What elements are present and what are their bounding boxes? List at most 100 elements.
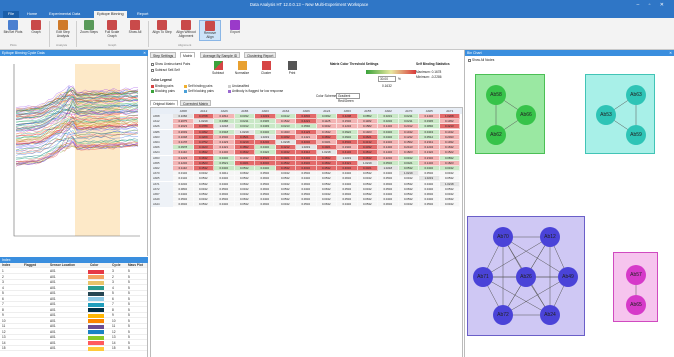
bin-set-plots-button[interactable]: Bin/Set Plots	[2, 20, 24, 35]
legend-item: Blocking pairs	[151, 89, 175, 93]
color-scheme-label: Color Scheme:	[316, 94, 338, 98]
table-row[interactable]: 15 A01 15 5	[0, 346, 147, 352]
antibody-node[interactable]: Ab26	[516, 267, 536, 287]
graph-button[interactable]: Graph	[25, 20, 47, 35]
full-scale-graph-button[interactable]: Full Scale Graph	[101, 20, 123, 39]
group-label-graph: Graph	[108, 43, 117, 47]
antibody-node[interactable]: Ab71	[473, 267, 493, 287]
antibody-node[interactable]: Ab62	[486, 125, 506, 145]
antibody-node[interactable]: Ab49	[558, 267, 578, 287]
tab-matrix[interactable]: Matrix	[180, 52, 196, 58]
matrix-cell[interactable]: 0.0532	[357, 202, 378, 208]
tab-clustering-report[interactable]: Clustering Report	[244, 52, 277, 58]
color-swatch	[88, 275, 104, 280]
matrix-cell[interactable]: 0.0632	[316, 202, 337, 208]
threshold-input[interactable]: 30.00	[378, 76, 396, 82]
bin-cluster[interactable]: Ab70 Ab12 Ab71 Ab26 Ab49 Ab72 Ab24	[467, 216, 585, 336]
legend-swatch	[228, 89, 231, 93]
bin-cluster[interactable]: Ab57 Ab65	[613, 252, 658, 322]
matrix-cell[interactable]: 0.0532	[234, 202, 255, 208]
cycle-data-chart[interactable]	[0, 56, 148, 256]
matrix-cell[interactable]: 0.0632	[378, 202, 399, 208]
antibody-node[interactable]: Ab59	[626, 125, 646, 145]
matrix-cell[interactable]: 0.0532	[193, 202, 214, 208]
align-to-step-button[interactable]: Align To Step	[151, 20, 173, 35]
ribbon-separator	[76, 21, 77, 47]
matrix-cell[interactable]: 0.0432	[439, 202, 460, 208]
sensor-table: Index Flagged Sensor Location Color Cycl…	[0, 263, 148, 357]
matrix-panel: Step Settings Matrix Average By Sample I…	[148, 50, 465, 357]
subtract-icon	[213, 61, 223, 70]
color-swatch	[88, 313, 104, 318]
matrix-cell[interactable]: 0.0532	[419, 202, 440, 208]
show-all-button[interactable]: Show All	[124, 20, 146, 35]
matrix-row[interactable]: Ab44 0.0632 0.0532 0.0432 0.0532 0.0632 0.0432…	[151, 202, 462, 208]
matrix-cell[interactable]: 0.0632	[255, 202, 276, 208]
subtract-self-self-option[interactable]: Subtract Self-Self	[151, 68, 180, 72]
export-button[interactable]: Export	[224, 20, 246, 35]
edit-step-analysis-button[interactable]: Edit Step Analysis	[52, 20, 74, 39]
matrix-cell[interactable]: 0.0432	[398, 202, 419, 208]
bin-chart[interactable]: Show All Nodes Ab58 Ab66 Ab62 Ab63 Ab53 Ab59 A…	[465, 56, 674, 357]
antibody-node[interactable]: Ab24	[540, 305, 560, 325]
zoom-steps-button[interactable]: Zoom Steps	[78, 20, 100, 35]
color-legend-title: Color Legend	[151, 78, 172, 82]
self-binding-min: Minimum: -0.2286	[416, 75, 442, 79]
matrix-row-header: Ab44	[151, 202, 173, 208]
show-all-nodes-option[interactable]: Show All Nodes	[468, 58, 494, 62]
legend-swatch	[151, 84, 154, 88]
align2-icon	[181, 20, 191, 30]
cluster-button[interactable]: Cluster	[256, 61, 276, 75]
checkbox[interactable]	[151, 68, 154, 72]
color-scheme-dropdown[interactable]: Gradient Red/Green	[336, 93, 360, 103]
tab-report[interactable]: Report	[134, 11, 151, 18]
edit-icon	[58, 20, 68, 30]
tab-epitope-binning[interactable]: Epitope Binning	[94, 11, 127, 18]
scale-icon	[107, 20, 117, 30]
ribbon: Bin/Set Plots Graph Edit Step Analysis Z…	[0, 18, 674, 50]
remove-align-button[interactable]: Remove Align	[199, 20, 221, 41]
antibody-node[interactable]: Ab65	[626, 295, 646, 315]
tab-experimental-data[interactable]: Experimental Data	[46, 11, 83, 18]
tab-corrected-matrix[interactable]: Corrected Matrix	[180, 100, 212, 106]
antibody-node[interactable]: Ab72	[493, 305, 513, 325]
antibody-node[interactable]: Ab70	[493, 227, 513, 247]
matrix-cell[interactable]: 0.0432	[214, 202, 235, 208]
antibody-node[interactable]: Ab66	[516, 105, 536, 125]
export-icon	[230, 20, 240, 30]
antibody-node[interactable]: Ab57	[626, 265, 646, 285]
legend-item: Binding pairs	[151, 84, 173, 88]
show-icon	[130, 20, 140, 30]
binning-matrix[interactable]: Ab58 Ab12 Ab26 Ab86 Ab63 Ab64 Ab66 Ab24 Ab53 Ab55…	[150, 107, 463, 357]
checkbox[interactable]	[151, 62, 154, 66]
matrix-cell[interactable]: 0.0632	[173, 202, 194, 208]
bin-cluster[interactable]: Ab58 Ab66 Ab62	[475, 74, 545, 154]
tab-file[interactable]: File	[3, 11, 19, 18]
window-controls[interactable]: – ▫ ✕	[636, 2, 668, 8]
antibody-node[interactable]: Ab12	[540, 227, 560, 247]
antibody-node[interactable]: Ab63	[626, 85, 646, 105]
align-without-alignment-button[interactable]: Align Without Alignment	[175, 20, 197, 39]
color-swatch	[88, 269, 104, 274]
subtract-button[interactable]: Subtract	[208, 61, 228, 75]
legend-item: Self blocking pairs	[184, 89, 214, 93]
show-unstructured-pairs-option[interactable]: Show Unstructured Pairs	[151, 62, 190, 66]
tab-average-by-sample[interactable]: Average By Sample ID	[200, 52, 241, 58]
print-button[interactable]: Print	[282, 61, 302, 75]
bin-cluster[interactable]: Ab63 Ab53 Ab59	[585, 74, 655, 154]
checkbox[interactable]	[468, 58, 471, 62]
tab-step-settings[interactable]: Step Settings	[150, 52, 177, 58]
antibody-node[interactable]: Ab53	[596, 105, 616, 125]
normalize-button[interactable]: Normalize	[232, 61, 252, 75]
matrix-cell[interactable]: 0.0432	[337, 202, 358, 208]
antibody-node[interactable]: Ab58	[486, 85, 506, 105]
tab-home[interactable]: Home	[24, 11, 40, 18]
bin-icon	[8, 20, 18, 30]
tab-original-matrix[interactable]: Original Matrix	[150, 100, 178, 106]
cluster-icon	[261, 61, 271, 70]
cycle-plot	[13, 64, 140, 237]
threshold-slider[interactable]	[366, 70, 416, 74]
ribbon-tab-bar: File Home Experimental Data Epitope Binn…	[0, 10, 674, 18]
matrix-cell[interactable]: 0.0532	[296, 202, 317, 208]
matrix-cell[interactable]: 0.0432	[275, 202, 296, 208]
